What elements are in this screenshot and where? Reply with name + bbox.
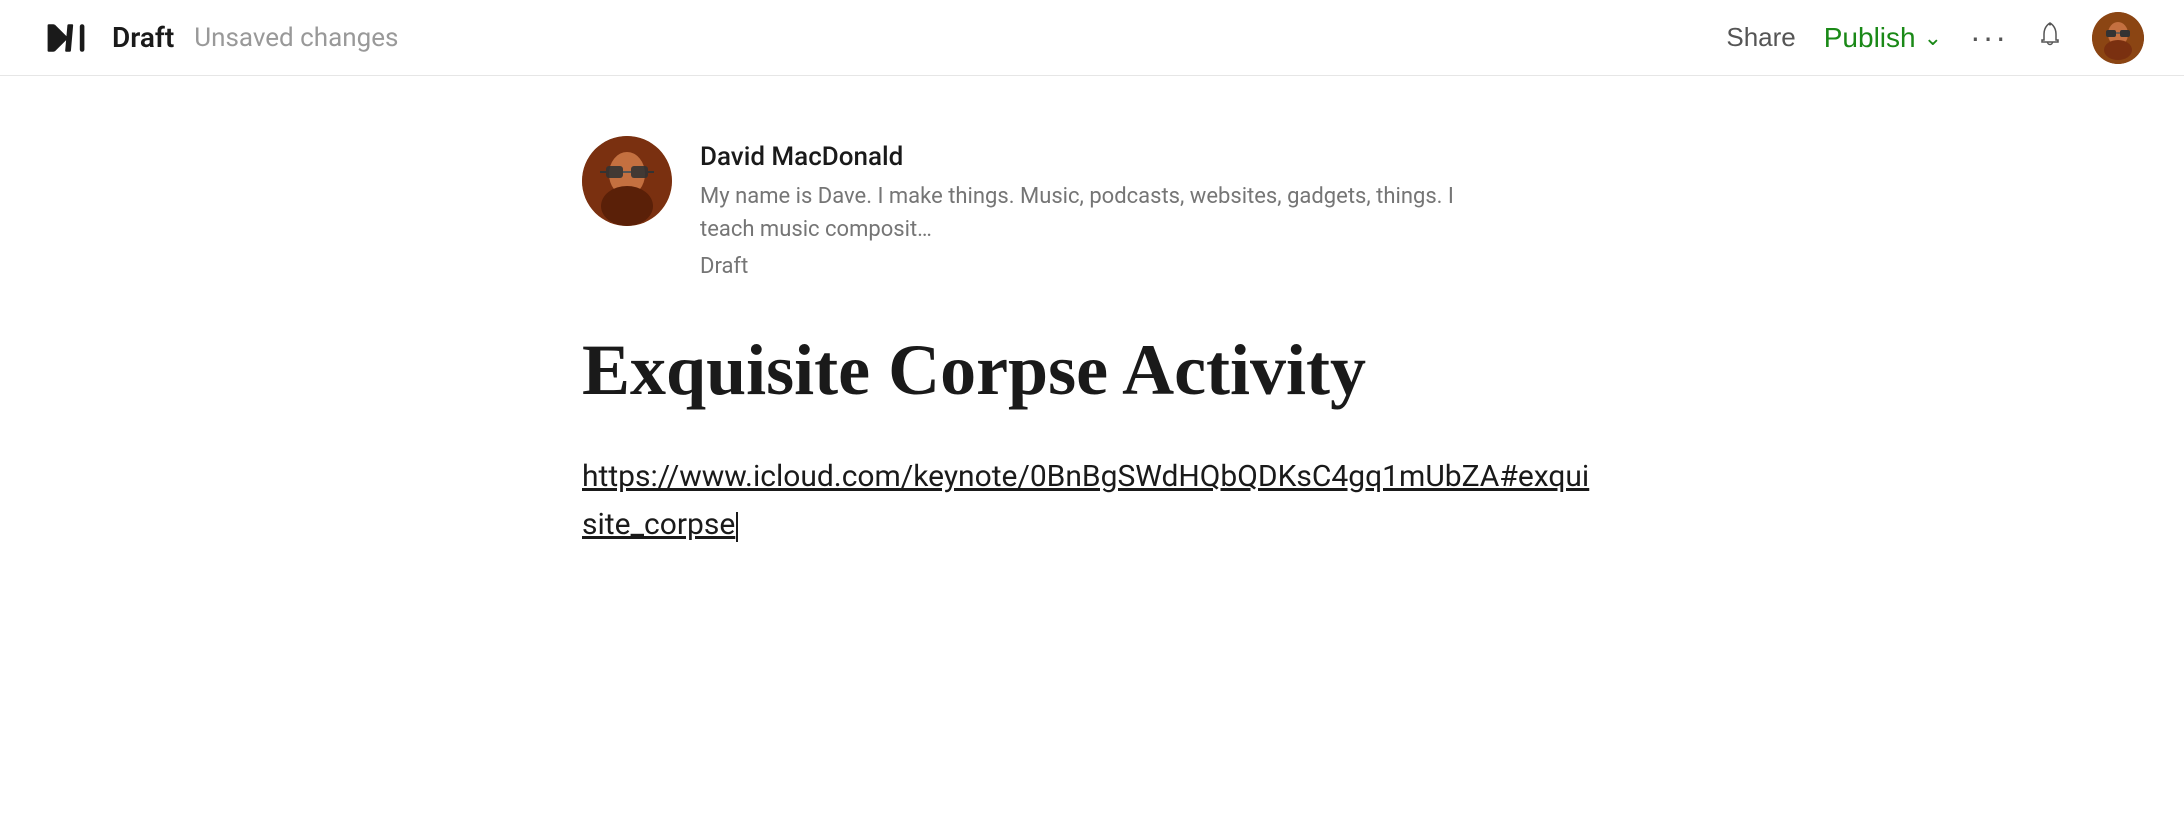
author-section: David MacDonald My name is Dave. I make … bbox=[582, 136, 1602, 279]
unsaved-label: Unsaved changes bbox=[194, 23, 398, 53]
article-link[interactable]: https://www.icloud.com/keynote/0BnBgSWdH… bbox=[582, 453, 1602, 549]
topbar-left: Draft Unsaved changes bbox=[40, 12, 1726, 64]
author-bio: My name is Dave. I make things. Music, p… bbox=[700, 180, 1500, 246]
chevron-down-icon: ⌄ bbox=[1924, 25, 1942, 51]
author-status: Draft bbox=[700, 254, 1500, 279]
user-avatar[interactable] bbox=[2092, 12, 2144, 64]
article-title: Exquisite Corpse Activity bbox=[582, 327, 1602, 413]
medium-logo[interactable] bbox=[40, 12, 92, 64]
author-avatar bbox=[582, 136, 672, 226]
text-cursor bbox=[736, 512, 738, 542]
share-button[interactable]: Share bbox=[1726, 22, 1795, 53]
topbar-right: Share Publish ⌄ ··· bbox=[1726, 12, 2144, 64]
draft-label: Draft bbox=[112, 21, 174, 54]
more-icon: ··· bbox=[1970, 19, 2008, 55]
main-content: David MacDonald My name is Dave. I make … bbox=[0, 76, 2184, 549]
notification-button[interactable] bbox=[2036, 20, 2064, 56]
topbar: Draft Unsaved changes Share Publish ⌄ ··… bbox=[0, 0, 2184, 76]
publish-button[interactable]: Publish ⌄ bbox=[1824, 22, 1942, 54]
more-options-button[interactable]: ··· bbox=[1970, 19, 2008, 56]
article-link-text: https://www.icloud.com/keynote/0BnBgSWdH… bbox=[582, 459, 1589, 542]
bell-icon bbox=[2036, 22, 2064, 55]
author-name: David MacDonald bbox=[700, 142, 1500, 172]
author-info: David MacDonald My name is Dave. I make … bbox=[700, 136, 1500, 279]
article-container: David MacDonald My name is Dave. I make … bbox=[542, 136, 1642, 549]
publish-label: Publish bbox=[1824, 22, 1916, 54]
